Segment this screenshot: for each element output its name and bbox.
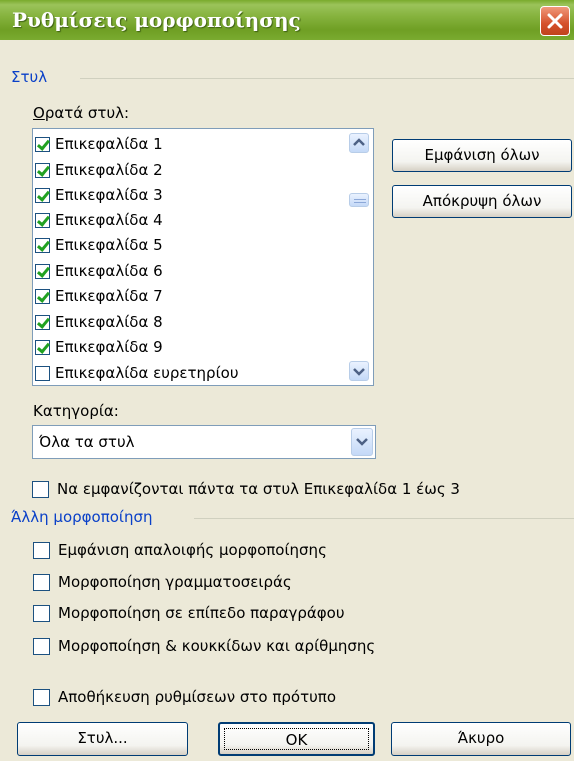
category-dropdown-button[interactable] [351,428,373,456]
other-formatting-group-label: Άλλη μορφοποίηση [11,508,159,526]
close-button[interactable] [540,6,570,36]
list-item-label: Επικεφαλίδα 6 [55,262,163,280]
checkbox[interactable] [35,339,50,355]
bullets-numbering-formatting-option[interactable]: Μορφοποίηση & κουκκίδων και αρίθμησης [33,637,375,655]
hide-all-button-label: Απόκρυψη όλων [422,192,542,210]
list-item-label: Επικεφαλίδα 9 [55,338,163,356]
bullets-numbering-label: Μορφοποίηση & κουκκίδων και αρίθμησης [58,637,376,655]
cancel-button[interactable]: Άκυρο [391,722,571,756]
bullets-numbering-checkbox[interactable] [33,637,50,655]
show-clear-formatting-label: Εμφάνιση απαλοιφής μορφοποίησης [58,541,327,559]
thumb-grip [354,199,366,200]
list-item-heading-7[interactable]: Επικεφαλίδα 7 [35,283,163,309]
other-formatting-divider [194,518,574,519]
chevron-down-icon [356,438,368,446]
list-item-index-heading[interactable]: Επικεφαλίδα ευρετηρίου [35,360,239,385]
list-item-heading-1[interactable]: Επικεφαλίδα 1 [35,131,163,157]
list-item-label: Επικεφαλίδα 4 [55,211,163,229]
window-title: Ρυθμίσεις μορφοποίησης [12,8,301,32]
scroll-up-arrow-icon [353,138,365,146]
show-all-button-label: Εμφάνιση όλων [424,146,540,164]
ok-button[interactable]: OK [218,722,375,756]
scroll-down-arrow-icon [353,368,365,376]
list-item-heading-8[interactable]: Επικεφαλίδα 8 [35,309,163,335]
list-item-heading-2[interactable]: Επικεφαλίδα 2 [35,157,163,183]
visible-styles-label-rest: ρατά στυλ: [44,104,130,122]
styles-button[interactable]: Στυλ... [17,722,188,756]
list-item-label: Επικεφαλίδα 3 [55,186,163,204]
list-item-label: Επικεφαλίδα 2 [55,161,163,179]
category-select[interactable]: Όλα τα στυλ [32,425,376,459]
show-all-button[interactable]: Εμφάνιση όλων [392,139,572,172]
list-item-label: Επικεφαλίδα 1 [55,135,163,153]
category-label: Κατηγορία: [33,402,119,420]
list-item-heading-5[interactable]: Επικεφαλίδα 5 [35,232,163,258]
always-show-headings-label: Να εμφανίζονται πάντα τα στυλ Επικεφαλίδ… [57,480,460,498]
list-item-heading-3[interactable]: Επικεφαλίδα 3 [35,182,163,208]
list-item-heading-6[interactable]: Επικεφαλίδα 6 [35,258,163,284]
cancel-button-label: Άκυρο [457,729,505,747]
always-show-headings-checkbox[interactable] [32,480,49,498]
scroll-down-button[interactable] [349,361,369,381]
list-item-heading-4[interactable]: Επικεφαλίδα 4 [35,207,163,233]
styles-group-divider [80,78,574,79]
scroll-up-button[interactable] [349,133,369,153]
checkbox[interactable] [35,314,50,330]
checkbox[interactable] [35,212,50,228]
category-value: Όλα τα στυλ [39,433,135,451]
list-item-heading-9[interactable]: Επικεφαλίδα 9 [35,334,163,360]
paragraph-formatting-label: Μορφοποίηση σε επίπεδο παραγράφου [58,604,345,622]
font-formatting-option[interactable]: Μορφοποίηση γραμματοσειράς [33,573,292,591]
list-item-label: Επικεφαλίδα 7 [55,287,163,305]
styles-group-label: Στυλ [11,68,54,86]
checkbox[interactable] [35,288,50,304]
thumb-grip [354,202,366,203]
font-formatting-checkbox[interactable] [33,573,50,591]
paragraph-formatting-checkbox[interactable] [33,604,50,622]
list-item-label: Επικεφαλίδα 5 [55,236,163,254]
hide-all-button[interactable]: Απόκρυψη όλων [392,185,572,218]
title-bar: Ρυθμίσεις μορφοποίησης [0,0,574,40]
always-show-headings-option[interactable]: Να εμφανίζονται πάντα τα στυλ Επικεφαλίδ… [32,480,460,498]
font-formatting-label: Μορφοποίηση γραμματοσειράς [58,573,292,591]
close-icon [547,13,563,29]
checkbox[interactable] [35,187,50,203]
show-clear-formatting-option[interactable]: Εμφάνιση απαλοιφής μορφοποίησης [33,541,327,559]
styles-button-label: Στυλ... [77,729,128,747]
visible-styles-label: Ορατά στυλ: [33,104,130,122]
checkbox[interactable] [35,162,50,178]
visible-styles-listbox[interactable]: Επικεφαλίδα 1 Επικεφαλίδα 2 Επικεφαλίδα … [32,128,374,386]
scroll-thumb[interactable] [349,193,369,207]
save-in-template-label: Αποθήκευση ρυθμίσεων στο πρότυπο [58,688,337,706]
checkbox[interactable] [35,263,50,279]
checkbox[interactable] [35,237,50,253]
paragraph-formatting-option[interactable]: Μορφοποίηση σε επίπεδο παραγράφου [33,604,345,622]
save-in-template-checkbox[interactable] [33,688,50,706]
checkbox[interactable] [35,136,50,152]
ok-button-label: OK [285,731,308,749]
checkbox[interactable] [35,365,50,381]
save-in-template-option[interactable]: Αποθήκευση ρυθμίσεων στο πρότυπο [33,688,336,706]
list-item-label: Επικεφαλίδα ευρετηρίου [55,364,239,382]
list-item-label: Επικεφαλίδα 8 [55,313,163,331]
show-clear-formatting-checkbox[interactable] [33,541,50,559]
ok-button-focus-ring: OK [224,728,369,750]
